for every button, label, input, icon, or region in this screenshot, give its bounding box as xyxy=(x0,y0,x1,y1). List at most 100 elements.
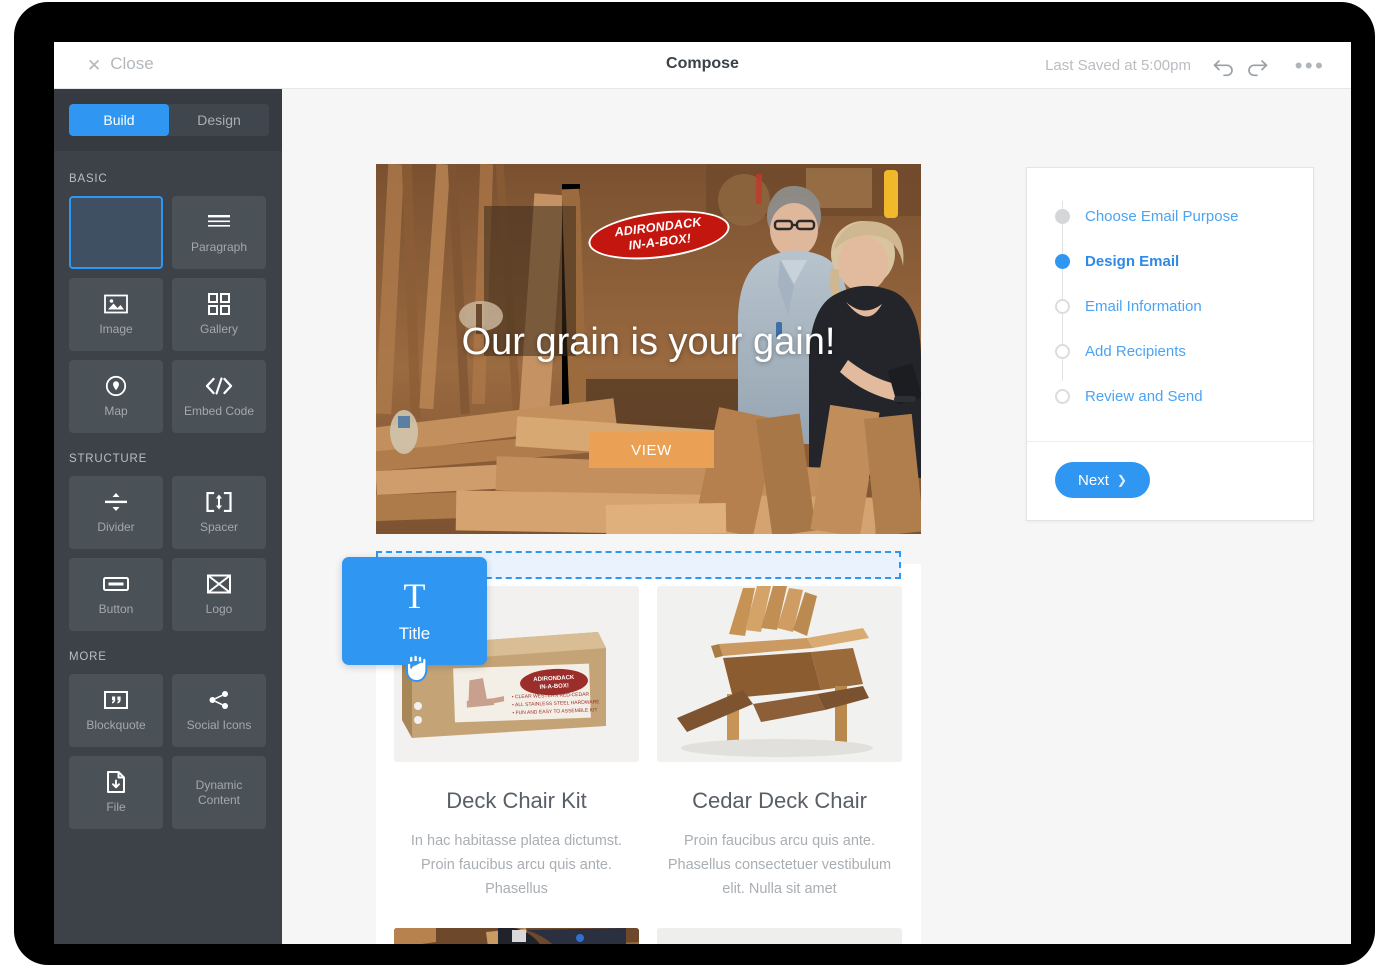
assembly-on-floor-photo-svg xyxy=(394,927,639,944)
product-cell[interactable] xyxy=(657,927,902,944)
tool-tile-social-icons-label: Social Icons xyxy=(186,717,252,732)
product-title: Deck Chair Kit xyxy=(446,788,587,813)
tool-tile-divider[interactable]: Divider xyxy=(69,476,163,549)
step-dot-pending xyxy=(1055,389,1070,404)
tool-tile-logo[interactable]: Logo xyxy=(172,558,266,631)
tool-tile-gallery[interactable]: Gallery xyxy=(172,278,266,351)
social-share-icon-svg xyxy=(209,690,228,709)
tool-tile-map[interactable]: Map xyxy=(69,360,163,433)
tool-tile-embed-code[interactable]: Embed Code xyxy=(172,360,266,433)
ellipsis-icon: ••• xyxy=(1294,52,1326,78)
sidebar-item-email-information[interactable]: Email Information xyxy=(1027,284,1313,329)
tool-tile-spacer[interactable]: Spacer xyxy=(172,476,266,549)
step-panel-footer: Next ❯ xyxy=(1027,441,1313,520)
tool-tile-blockquote[interactable]: Blockquote xyxy=(69,674,163,747)
map-pin-icon xyxy=(105,375,127,397)
product-row xyxy=(394,927,903,944)
tool-tile-file[interactable]: File xyxy=(69,756,163,829)
button-icon-svg xyxy=(103,576,129,591)
drag-ghost-title-tile[interactable]: T Title xyxy=(342,557,487,665)
sidebar-item-design-email[interactable]: Design Email xyxy=(1027,239,1313,284)
group-label-more: MORE xyxy=(69,651,107,663)
step-label: Choose Email Purpose xyxy=(1085,208,1239,225)
tab-build-label: Build xyxy=(103,112,135,128)
tool-tile-dynamic-content[interactable]: Dynamic Content xyxy=(172,756,266,829)
sidebar-item-add-recipients[interactable]: Add Recipients xyxy=(1027,329,1313,374)
hero-cta-button[interactable]: VIEW xyxy=(589,432,714,468)
embed-code-icon-svg xyxy=(205,376,233,395)
image-picture-icon-svg xyxy=(104,294,128,313)
tool-tile-blockquote-label: Blockquote xyxy=(86,717,146,732)
sidebar-item-review-and-send[interactable]: Review and Send xyxy=(1027,374,1313,419)
assembly-on-floor-photo xyxy=(394,927,639,944)
spacer-icon-svg xyxy=(206,491,232,512)
divider-icon xyxy=(104,491,128,513)
email-canvas[interactable]: ADIRONDACK IN-A-BOX! Our grain is your g… xyxy=(282,89,1351,944)
map-pin-icon-svg xyxy=(105,375,127,396)
spacer-icon xyxy=(206,491,232,513)
sidebar: Build Design BASIC Paragraph Image Galle… xyxy=(54,89,282,944)
tool-tile-button-label: Button xyxy=(98,601,134,616)
hero-block[interactable]: ADIRONDACK IN-A-BOX! Our grain is your g… xyxy=(376,164,921,534)
step-dot-pending xyxy=(1055,344,1070,359)
logo-envelope-icon xyxy=(207,573,231,595)
tool-tile-paragraph[interactable]: Paragraph xyxy=(172,196,266,269)
cedar-adirondack-chair-photo-svg xyxy=(657,586,902,762)
tool-tile-file-label: File xyxy=(106,799,126,814)
wood-slat-seat-photo xyxy=(657,927,902,944)
tool-tile-button[interactable]: Button xyxy=(69,558,163,631)
email-preview: ADIRONDACK IN-A-BOX! Our grain is your g… xyxy=(376,164,921,944)
tool-tile-image[interactable]: Image xyxy=(69,278,163,351)
chevron-right-icon: ❯ xyxy=(1116,473,1127,487)
app-window: ✕ Close Compose Last Saved at 5:00pm ••• xyxy=(54,42,1351,944)
step-dot-current xyxy=(1055,254,1070,269)
mode-tabs: Build Design xyxy=(69,104,269,136)
tool-grid-basic: Paragraph Image Gallery Map Embed Code xyxy=(69,196,267,433)
grabbing-hand-cursor xyxy=(402,650,430,689)
tool-grid-structure: Divider Spacer Button Logo xyxy=(69,476,267,631)
social-share-icon xyxy=(208,689,230,711)
titlebar: ✕ Close Compose Last Saved at 5:00pm ••• xyxy=(54,42,1351,89)
tab-design[interactable]: Design xyxy=(169,104,269,136)
tool-tile-image-label: Image xyxy=(99,321,133,336)
divider-icon-svg xyxy=(105,492,127,511)
logo-envelope-icon-svg xyxy=(207,574,231,593)
tool-tile-map-label: Map xyxy=(104,403,128,418)
tab-build[interactable]: Build xyxy=(69,104,169,136)
steps-list: Choose Email Purpose Design Email Email … xyxy=(1027,168,1313,441)
group-label-structure: STRUCTURE xyxy=(69,453,148,465)
sidebar-item-choose-email-purpose[interactable]: Choose Email Purpose xyxy=(1027,194,1313,239)
gallery-grid-icon xyxy=(208,292,230,315)
tool-tile-logo-label: Logo xyxy=(205,601,233,616)
drag-ghost-label: Title xyxy=(398,624,431,643)
step-label: Add Recipients xyxy=(1085,343,1186,360)
tool-tile-divider-label: Divider xyxy=(97,519,135,534)
hero-headline: Our grain is your gain! xyxy=(461,321,836,363)
step-dot-done xyxy=(1055,209,1070,224)
tool-tile-title[interactable] xyxy=(69,196,163,269)
product-cell[interactable] xyxy=(394,927,639,944)
blockquote-icon-svg xyxy=(104,690,128,709)
product-description: Proin faucibus arcu quis ante. Phasellus… xyxy=(667,833,892,897)
tool-tile-dynamic-content-label: Dynamic Content xyxy=(195,777,243,807)
product-cell[interactable]: Cedar Deck Chair Proin faucibus arcu qui… xyxy=(657,586,902,902)
next-button[interactable]: Next ❯ xyxy=(1055,462,1150,498)
tool-tile-spacer-label: Spacer xyxy=(199,519,239,534)
step-label: Review and Send xyxy=(1085,388,1203,405)
image-picture-icon xyxy=(104,293,128,315)
tool-tile-gallery-label: Gallery xyxy=(199,321,238,336)
blockquote-icon xyxy=(104,689,128,711)
last-saved-status: Last Saved at 5:00pm xyxy=(1045,57,1191,74)
next-button-label: Next xyxy=(1078,471,1109,489)
tool-tile-social-icons[interactable]: Social Icons xyxy=(172,674,266,747)
paragraph-lines-icon xyxy=(207,211,231,233)
title-icon: T xyxy=(403,576,426,616)
undo-arrow-icon xyxy=(1213,60,1233,77)
undo-button[interactable] xyxy=(1210,53,1238,79)
grabbing-hand-cursor-svg xyxy=(406,653,428,682)
device-frame: ✕ Close Compose Last Saved at 5:00pm ••• xyxy=(14,2,1375,965)
file-download-icon xyxy=(106,770,126,793)
redo-button[interactable] xyxy=(1243,53,1271,79)
step-wizard-panel: Choose Email Purpose Design Email Email … xyxy=(1026,167,1314,521)
more-options-button[interactable]: ••• xyxy=(1294,52,1326,78)
